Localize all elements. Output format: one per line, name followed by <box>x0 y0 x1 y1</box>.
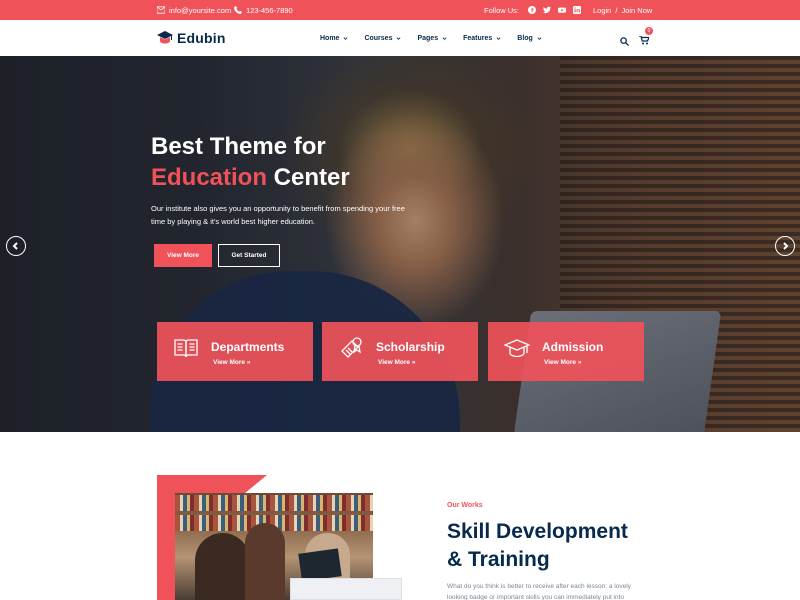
menu-item-features[interactable]: Features <box>463 35 501 42</box>
section-title-line2: & Training <box>447 548 550 571</box>
section-kicker: Our Works <box>447 502 483 509</box>
chevron-down-icon <box>537 36 542 40</box>
feature-departments[interactable]: Departments View More » <box>157 322 313 381</box>
decorative-bar <box>157 475 175 600</box>
social-links: Follow Us: <box>484 0 581 20</box>
section-title: Skill Development & Training <box>447 518 628 574</box>
youtube-icon[interactable] <box>557 6 566 15</box>
twitter-icon[interactable] <box>542 6 551 15</box>
auth-links: Login / Join Now <box>593 0 652 20</box>
hero-title: Best Theme for Education Center <box>151 131 350 193</box>
login-link[interactable]: Login <box>593 6 611 15</box>
auth-separator: / <box>615 5 618 15</box>
chevron-down-icon <box>442 36 447 40</box>
facebook-icon[interactable] <box>527 6 536 15</box>
hero-title-accent: Education <box>151 164 268 191</box>
open-book <box>298 548 342 582</box>
cart-button[interactable]: 0 <box>639 27 653 50</box>
menu-item-courses[interactable]: Courses <box>364 35 401 42</box>
main-navbar: Edubin Home Courses Pages Features Blog … <box>0 20 800 56</box>
menu-item-blog[interactable]: Blog <box>517 35 542 42</box>
menu-label: Home <box>320 34 340 42</box>
follow-label: Follow Us: <box>484 5 520 15</box>
phone-text: 123-456-7890 <box>246 5 293 15</box>
phone-icon <box>234 6 242 14</box>
top-bar: info@yoursite.com 123-456-7890 Follow Us… <box>0 0 800 20</box>
hero-title-line1: Best Theme for <box>151 133 326 160</box>
join-link[interactable]: Join Now <box>621 6 652 15</box>
menu-item-home[interactable]: Home <box>320 35 348 42</box>
student-figure <box>195 533 250 600</box>
feature-title: Scholarship <box>376 340 445 354</box>
hero-title-rest: Center <box>267 164 350 191</box>
feature-title: Departments <box>211 340 285 354</box>
feature-link[interactable]: View More » <box>378 359 415 366</box>
feature-link[interactable]: View More » <box>213 359 250 366</box>
menu-label: Pages <box>417 34 439 42</box>
feature-link[interactable]: View More » <box>544 359 581 366</box>
cart-count-badge: 0 <box>645 27 653 35</box>
site-logo[interactable]: Edubin <box>157 30 226 46</box>
menu-label: Blog <box>517 34 533 42</box>
logo-text: Edubin <box>177 30 226 46</box>
search-icon[interactable] <box>620 36 629 46</box>
feature-admission[interactable]: Admission View More » <box>488 322 644 381</box>
cart-icon <box>639 35 650 45</box>
chevron-down-icon <box>397 36 401 40</box>
secondary-photo <box>290 578 402 600</box>
get-started-button[interactable]: Get Started <box>218 244 280 267</box>
linkedin-icon[interactable] <box>572 6 581 15</box>
mail-icon <box>157 6 165 14</box>
graduation-logo-icon <box>157 31 173 44</box>
main-menu: Home Courses Pages Features Blog <box>320 20 558 56</box>
hero-description: Our institute also gives you an opportun… <box>151 204 405 226</box>
section-text: What do you think is better to receive a… <box>447 583 631 600</box>
slider-next-button[interactable] <box>775 236 795 256</box>
chevron-right-icon <box>783 242 789 250</box>
chevron-down-icon <box>496 36 501 40</box>
feature-scholarship[interactable]: Scholarship View More » <box>322 322 478 381</box>
bookshelf-row <box>175 495 373 511</box>
email-contact[interactable]: info@yoursite.com <box>157 0 231 20</box>
certificate-icon <box>338 335 364 361</box>
email-text: info@yoursite.com <box>169 5 232 15</box>
view-more-button[interactable]: View More <box>154 244 212 267</box>
chevron-down-icon <box>343 36 348 40</box>
phone-contact[interactable]: 123-456-7890 <box>234 0 293 20</box>
menu-item-pages[interactable]: Pages <box>417 35 447 42</box>
slider-prev-button[interactable] <box>6 236 26 256</box>
nav-actions: 0 <box>620 27 653 50</box>
book-icon <box>173 335 199 361</box>
section-title-line1: Skill Development <box>447 520 628 543</box>
chevron-left-icon <box>12 242 18 250</box>
graduation-cap-icon <box>503 335 531 361</box>
hero-title-line2: Education Center <box>151 162 350 193</box>
feature-title: Admission <box>542 340 604 354</box>
student-figure <box>245 523 285 600</box>
menu-label: Courses <box>364 34 393 42</box>
about-section <box>0 432 800 600</box>
menu-label: Features <box>463 34 493 42</box>
